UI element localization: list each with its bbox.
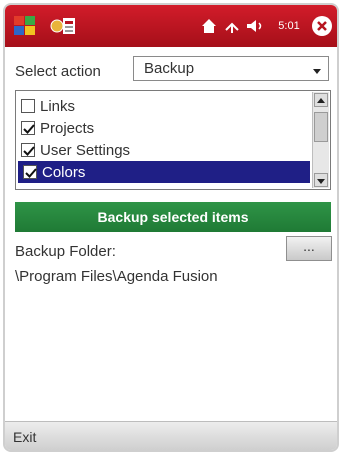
user-settings-checkbox[interactable]: [21, 143, 35, 157]
links-checkbox[interactable]: [21, 99, 35, 113]
chevron-down-icon: [312, 63, 322, 74]
list-item-user-settings[interactable]: User Settings: [16, 139, 312, 161]
scroll-up-icon[interactable]: [314, 93, 328, 107]
app-window: 5:01 Select action Backup Links Projects: [3, 3, 339, 452]
browse-folder-button[interactable]: ...: [286, 236, 332, 261]
backup-selected-button[interactable]: Backup selected items: [15, 202, 331, 232]
action-select[interactable]: Backup: [133, 56, 329, 81]
colors-checkbox[interactable]: [23, 165, 37, 179]
list-scrollbar[interactable]: [312, 92, 329, 188]
action-select-value: Backup: [144, 60, 195, 77]
softkey-bar: Exit: [5, 421, 337, 450]
home-icon[interactable]: [200, 13, 218, 39]
list-item-links[interactable]: Links: [16, 95, 312, 117]
clock-time[interactable]: 5:01: [267, 13, 311, 39]
agenda-fusion-app-icon[interactable]: [49, 13, 77, 39]
backup-items-list[interactable]: Links Projects User Settings Colors: [15, 90, 331, 190]
windows-start-icon[interactable]: [11, 13, 39, 39]
title-bar: 5:01: [5, 5, 337, 47]
backup-folder-path: \Program Files\Agenda Fusion: [15, 268, 218, 285]
list-item-label: User Settings: [40, 142, 131, 159]
exit-softkey[interactable]: Exit: [13, 429, 36, 445]
list-item-colors[interactable]: Colors: [18, 161, 310, 183]
list-item-label: Projects: [40, 120, 95, 137]
scroll-down-icon[interactable]: [314, 173, 328, 187]
volume-icon[interactable]: [245, 13, 265, 39]
scroll-thumb[interactable]: [314, 112, 328, 142]
connectivity-icon[interactable]: [223, 13, 241, 39]
list-item-projects[interactable]: Projects: [16, 117, 312, 139]
backup-folder-label: Backup Folder:: [15, 243, 116, 260]
projects-checkbox[interactable]: [21, 121, 35, 135]
close-icon[interactable]: [310, 13, 334, 39]
list-item-label: Links: [40, 98, 76, 115]
list-item-label: Colors: [42, 164, 86, 181]
select-action-label: Select action: [15, 63, 101, 80]
